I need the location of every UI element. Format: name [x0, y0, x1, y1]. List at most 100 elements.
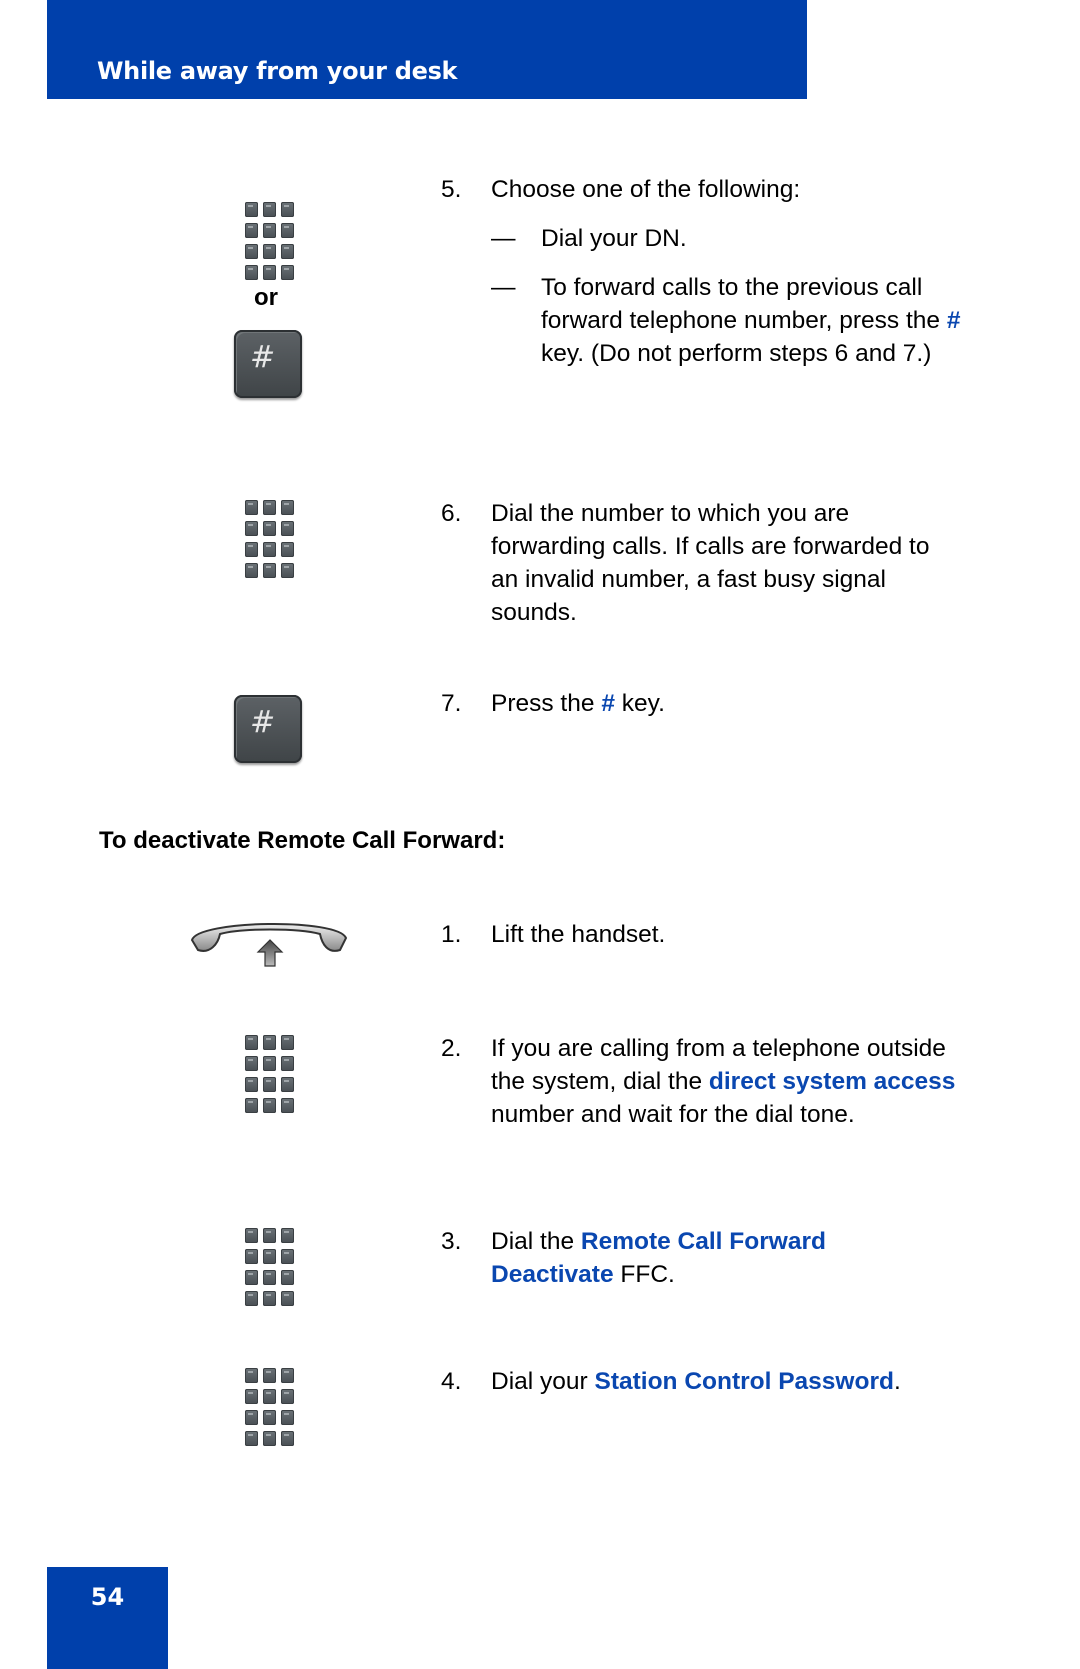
keypad-key — [263, 1431, 276, 1446]
keypad-key — [263, 1410, 276, 1425]
keypad-key — [263, 1228, 276, 1243]
step-number: 3. — [441, 1228, 462, 1255]
hash-glyph: # — [250, 705, 276, 740]
keypad-key — [281, 202, 294, 217]
keypad-key — [263, 1270, 276, 1285]
step-text: Lift the handset. — [491, 921, 666, 948]
keypad-icon — [245, 1035, 295, 1113]
keypad-key — [281, 1431, 294, 1446]
chapter-title: While away from your desk — [97, 57, 458, 85]
keypad-key — [263, 202, 276, 217]
keypad-key — [263, 563, 276, 578]
keypad-key — [281, 265, 294, 280]
hash-key-ref: # — [946, 307, 961, 334]
dash: — — [491, 225, 516, 252]
keypad-key — [245, 1228, 258, 1243]
keypad-key — [245, 202, 258, 217]
keypad-key — [263, 1249, 276, 1264]
keypad-key — [245, 1431, 258, 1446]
keypad-icon — [245, 500, 295, 578]
step-number: 5. — [441, 176, 462, 203]
keypad-key — [245, 1368, 258, 1383]
keypad-key — [281, 1389, 294, 1404]
step-number: 1. — [441, 921, 462, 948]
keypad-key — [263, 1098, 276, 1113]
handset-lift-icon — [190, 923, 348, 967]
keypad-icon — [245, 1368, 295, 1446]
keypad-key — [263, 223, 276, 238]
keypad-key — [245, 1035, 258, 1050]
keypad-key — [281, 1270, 294, 1285]
dash: — — [491, 274, 516, 301]
keypad-key — [281, 500, 294, 515]
step-text: Press the # key. — [491, 690, 665, 717]
section-heading: To deactivate Remote Call Forward: — [99, 827, 506, 854]
step-text: Dial the number to which you are forward… — [491, 500, 930, 626]
page-number-box: 54 — [47, 1567, 168, 1669]
step-text: Choose one of the following: — [491, 176, 801, 203]
hash-key-icon: # — [234, 695, 302, 763]
hash-key-ref: # — [601, 690, 615, 717]
deactivate-step-2: 2. If you are calling from a telephone o… — [441, 1032, 961, 1131]
keypad-key — [281, 244, 294, 259]
keypad-key — [245, 1249, 258, 1264]
keypad-key — [263, 1035, 276, 1050]
keypad-key — [245, 563, 258, 578]
step-5: 5. Choose one of the following: — Dial y… — [441, 173, 981, 370]
option-dial-dn: — Dial your DN. — [491, 222, 981, 255]
step-number: 6. — [441, 500, 462, 527]
keypad-key — [263, 1056, 276, 1071]
keypad-key — [245, 1077, 258, 1092]
keypad-key — [263, 1368, 276, 1383]
step-text: If you are calling from a telephone outs… — [491, 1035, 956, 1128]
keypad-key — [281, 521, 294, 536]
station-control-password-link[interactable]: Station Control Password — [594, 1368, 893, 1395]
keypad-key — [281, 223, 294, 238]
keypad-key — [281, 1077, 294, 1092]
direct-system-access-link[interactable]: direct system access — [709, 1068, 956, 1095]
keypad-key — [281, 1410, 294, 1425]
step-6: 6. Dial the number to which you are forw… — [441, 497, 961, 629]
keypad-key — [245, 244, 258, 259]
keypad-key — [263, 244, 276, 259]
keypad-key — [281, 1249, 294, 1264]
keypad-key — [263, 542, 276, 557]
keypad-key — [281, 563, 294, 578]
keypad-key — [245, 542, 258, 557]
keypad-key — [245, 1291, 258, 1306]
keypad-key — [245, 265, 258, 280]
hash-glyph: # — [250, 340, 276, 375]
keypad-key — [245, 223, 258, 238]
keypad-icon — [245, 202, 295, 280]
keypad-key — [245, 1410, 258, 1425]
page-number: 54 — [90, 1583, 125, 1611]
or-label: or — [254, 284, 278, 311]
keypad-key — [281, 1056, 294, 1071]
keypad-icon — [245, 1228, 295, 1306]
keypad-key — [281, 542, 294, 557]
keypad-key — [263, 521, 276, 536]
keypad-key — [263, 1291, 276, 1306]
header-band: While away from your desk — [47, 0, 807, 99]
deactivate-step-4: 4. Dial your Station Control Password. — [441, 1365, 981, 1398]
keypad-key — [245, 1098, 258, 1113]
keypad-key — [263, 1077, 276, 1092]
hash-key-icon: # — [234, 330, 302, 398]
keypad-key — [281, 1291, 294, 1306]
option-previous-forward: — To forward calls to the previous call … — [491, 271, 961, 370]
option-text: Dial your DN. — [541, 225, 687, 252]
deactivate-step-1: 1. Lift the handset. — [441, 918, 981, 951]
step-7: 7. Press the # key. — [441, 687, 981, 720]
keypad-key — [281, 1368, 294, 1383]
keypad-key — [245, 1389, 258, 1404]
keypad-key — [281, 1098, 294, 1113]
keypad-key — [263, 500, 276, 515]
step-number: 7. — [441, 690, 462, 717]
step-text: Dial the Remote Call Forward Deactivate … — [491, 1228, 826, 1288]
keypad-key — [245, 521, 258, 536]
keypad-key — [245, 500, 258, 515]
step-number: 4. — [441, 1368, 462, 1395]
keypad-key — [263, 265, 276, 280]
step-number: 2. — [441, 1035, 462, 1062]
option-text: To forward calls to the previous call fo… — [541, 274, 961, 367]
